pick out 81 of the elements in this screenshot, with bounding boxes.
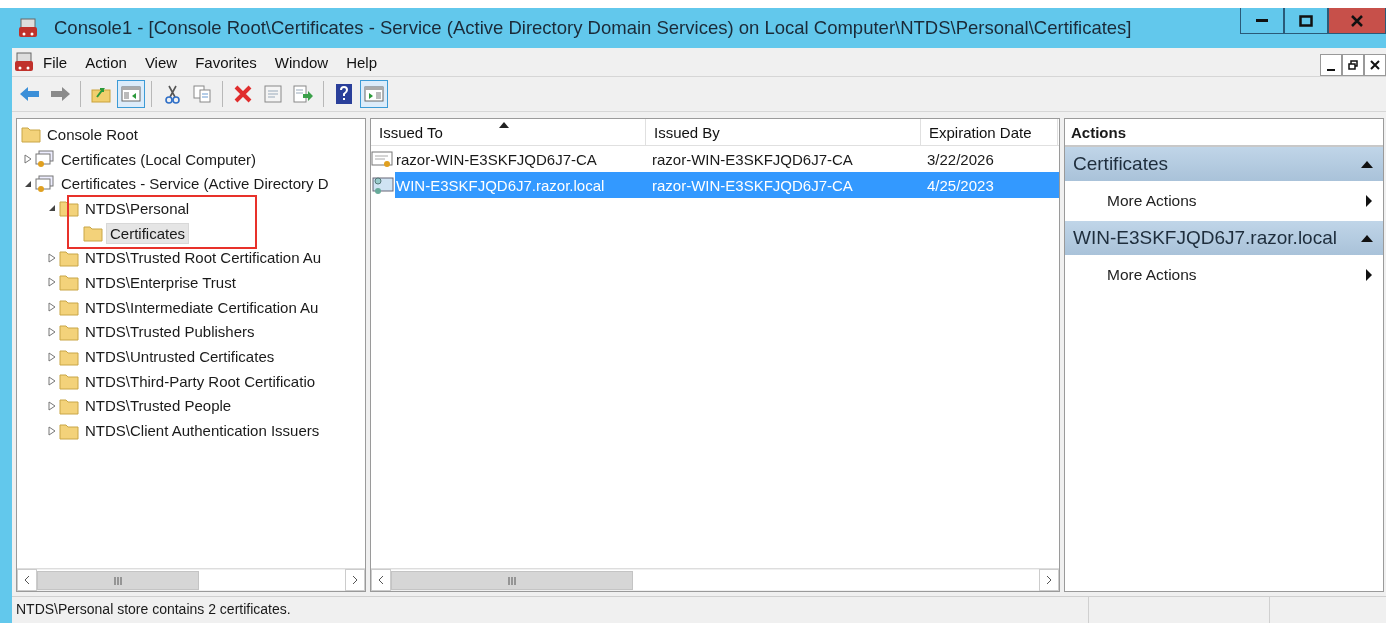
menu-item[interactable]: Favorites [186,53,266,71]
certificate-store-icon [35,174,55,193]
table-cell-text: razor-WIN-E3SKFJQD6J7-CA [395,150,598,168]
minimize-button[interactable] [1320,54,1342,76]
restore-icon [1348,60,1358,70]
folder-icon [59,396,79,415]
scroll-left-icon [23,575,31,585]
table-cell-text: WIN-E3SKFJQD6J7.razor.local [395,176,606,194]
horizontal-scrollbar[interactable] [17,568,365,591]
folder-icon [83,224,103,243]
scroll-right-icon [1045,575,1053,585]
folder-icon [59,347,79,366]
folder-icon [59,421,79,440]
tree-item[interactable]: Console Root [44,124,141,144]
scroll-left-icon [377,575,385,585]
menu-item[interactable]: View [135,53,187,71]
tree-item[interactable]: NTDS\Trusted Publishers [82,322,258,342]
close-button[interactable] [1364,54,1386,76]
menu-item[interactable]: Window [265,53,338,71]
action-group-title: Certificates [1073,153,1169,175]
tree-item[interactable]: NTDS\Intermediate Certification Au [82,297,322,317]
scissors-icon [163,84,181,104]
minimize-button[interactable] [1240,8,1284,34]
table-cell-text: razor-WIN-E3SKFJQD6J7-CA [651,176,854,194]
folder-icon [59,248,79,267]
menu-item[interactable]: Help [337,53,387,71]
folder-icon [59,298,79,317]
status-text: NTDS\Personal store contains 2 certificates. [15,600,292,619]
horizontal-scrollbar[interactable] [371,568,1059,591]
collapse-icon[interactable] [1361,234,1373,242]
close-icon [1350,14,1364,27]
delete-icon [233,84,253,104]
tree-item[interactable]: NTDS\Enterprise Trust [82,272,239,292]
minimize-icon [1327,69,1335,71]
action-pane-icon [364,85,384,103]
app-icon [14,52,34,72]
tree-item[interactable]: Certificates [106,222,190,244]
close-icon [1370,60,1380,70]
tree-item[interactable]: NTDS\Trusted People [82,396,235,416]
tree-item[interactable]: Certificates (Local Computer) [58,149,260,169]
table-cell-text: 4/25/2023 [926,176,995,194]
back-arrow-icon [19,85,41,103]
properties-icon [263,84,283,104]
folder-icon [21,125,41,144]
menu-item[interactable]: File [34,53,77,71]
forward-arrow-icon [49,85,71,103]
app-icon [18,18,38,38]
action-group-title: WIN-E3SKFJQD6J7.razor.local [1073,227,1337,249]
copy-icon [192,84,212,104]
action-group-header[interactable]: Certificates [1065,147,1383,181]
tree-item[interactable]: NTDS\Third-Party Root Certificatio [82,371,319,391]
folder-icon [59,273,79,292]
submenu-arrow-icon [1365,269,1373,281]
export-icon [292,84,314,104]
table-cell-text: 3/22/2026 [926,150,995,168]
scroll-grip-icon [113,576,123,585]
scroll-right-icon [351,575,359,585]
scroll-grip-icon [507,576,517,585]
console-tree-button[interactable] [117,80,145,108]
action-group-header[interactable]: WIN-E3SKFJQD6J7.razor.local [1065,221,1383,255]
console-tree-icon [121,85,141,103]
tree-item[interactable]: Certificates - Service (Active Directory D [58,174,332,194]
certificate-store-icon [35,150,55,169]
certificate-key-icon [371,175,395,195]
maximize-icon [1299,14,1313,27]
collapse-icon[interactable] [1361,160,1373,168]
submenu-arrow-icon [1365,195,1373,207]
folder-up-icon [91,85,111,103]
table-cell-text: razor-WIN-E3SKFJQD6J7-CA [651,150,854,168]
tree-item[interactable]: NTDS\Client Authentication Issuers [82,421,323,441]
maximize-button[interactable] [1284,8,1328,34]
minimize-icon [1256,19,1268,22]
tree-item[interactable]: NTDS\Trusted Root Certification Au [82,248,325,268]
restore-button[interactable] [1342,54,1364,76]
tree-item[interactable]: NTDS\Untrusted Certificates [82,347,278,367]
tree-item[interactable]: NTDS\Personal [82,198,193,218]
folder-icon [59,322,79,341]
window-title: Console1 - [Console Root\Certificates - Service (Active Directory Domain Services) on Local Computer\NTDS\Personal\Certificates] [54,17,1133,39]
folder-icon [59,372,79,391]
menu-item[interactable]: Action [76,53,136,71]
help-icon [334,83,354,105]
